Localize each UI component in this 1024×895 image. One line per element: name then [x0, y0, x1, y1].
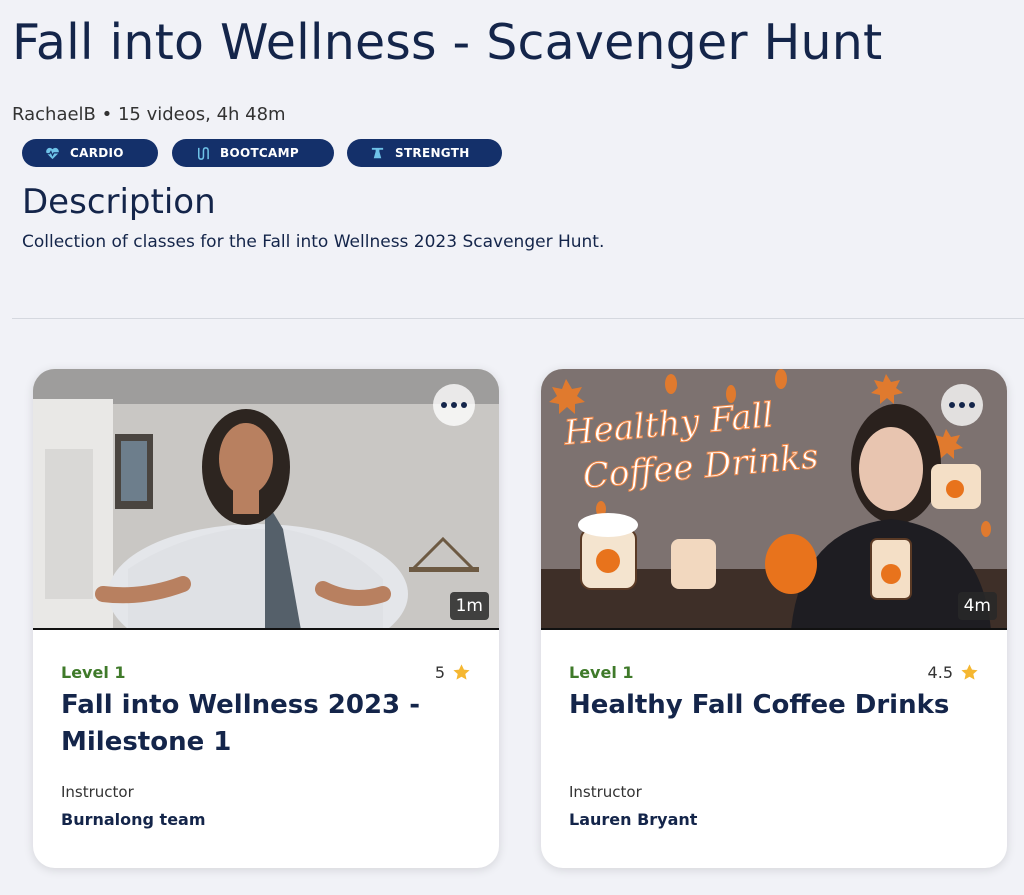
- divider: [12, 318, 1024, 319]
- video-card[interactable]: Healthy Fall Coffee Drinks 4m Level 1 4.…: [541, 369, 1007, 868]
- dot: [461, 402, 467, 408]
- description-text: Collection of classes for the Fall into …: [22, 232, 605, 252]
- video-title[interactable]: Healthy Fall Coffee Drinks: [569, 687, 979, 724]
- dot: [451, 402, 457, 408]
- more-options-button[interactable]: [941, 384, 983, 426]
- instructor-label: Instructor: [61, 783, 134, 801]
- tag-cardio[interactable]: CARDIO: [22, 139, 158, 167]
- page-title: Fall into Wellness - Scavenger Hunt: [12, 14, 883, 71]
- rating: 5: [435, 663, 471, 682]
- tag-label: STRENGTH: [395, 146, 470, 160]
- playlist-meta: RachaelB • 15 videos, 4h 48m: [12, 104, 286, 125]
- rating-value: 5: [434, 663, 445, 682]
- heart-pulse-icon: [46, 147, 59, 159]
- duration-badge: 1m: [449, 592, 489, 620]
- description-heading: Description: [22, 182, 216, 222]
- star-icon: [961, 664, 978, 680]
- thumbnail-image: [33, 369, 499, 628]
- star-icon: [453, 664, 470, 680]
- tag-strength[interactable]: STRENGTH: [347, 139, 502, 167]
- duration-badge: 4m: [957, 592, 997, 620]
- video-title[interactable]: Fall into Wellness 2023 - Milestone 1: [61, 687, 471, 761]
- dot: [949, 402, 955, 408]
- rope-icon: [198, 146, 209, 160]
- video-thumbnail[interactable]: Healthy Fall Coffee Drinks 4m: [541, 369, 1007, 630]
- rating-value: 4.5: [927, 663, 953, 682]
- thumbnail-image: Healthy Fall Coffee Drinks: [541, 369, 1007, 628]
- instructor-label: Instructor: [569, 783, 642, 801]
- video-card[interactable]: 1m Level 1 5 Fall into Wellness 2023 - M…: [33, 369, 499, 868]
- tag-label: BOOTCAMP: [220, 146, 299, 160]
- more-options-button[interactable]: [433, 384, 475, 426]
- dot: [441, 402, 447, 408]
- instructor-name[interactable]: Burnalong team: [61, 810, 206, 829]
- dot: [959, 402, 965, 408]
- kettlebell-icon: [371, 147, 384, 158]
- rating: 4.5: [928, 663, 979, 682]
- instructor-name[interactable]: Lauren Bryant: [569, 810, 697, 829]
- level-label: Level 1: [569, 663, 634, 682]
- tag-label: CARDIO: [70, 146, 124, 160]
- tag-bootcamp[interactable]: BOOTCAMP: [172, 139, 334, 167]
- dot: [969, 402, 975, 408]
- level-label: Level 1: [61, 663, 126, 682]
- video-thumbnail[interactable]: 1m: [33, 369, 499, 630]
